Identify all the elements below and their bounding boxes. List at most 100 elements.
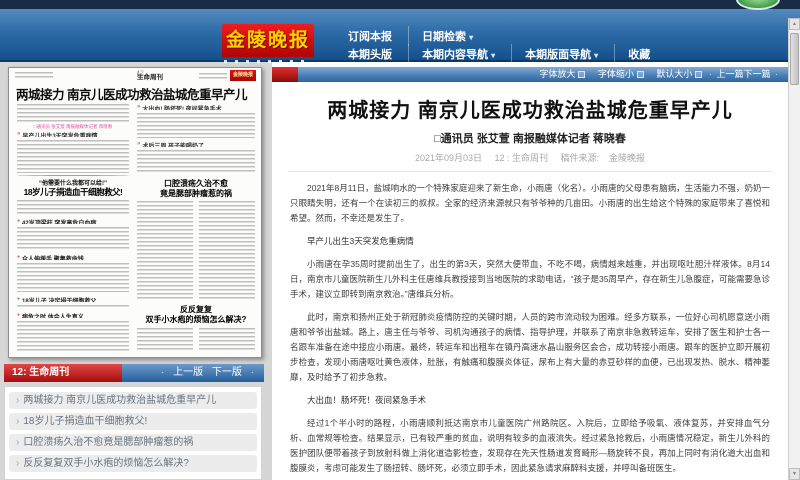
thumb-section-3: » 术后三周 孩子能喝奶了 xyxy=(137,141,205,147)
article-panel: 字体放大 字体缩小 默认大小 · 上一篇下一篇 · 两城接力 南京儿医成功救治盐… xyxy=(272,62,788,480)
chevron-right-icon: › xyxy=(16,458,20,469)
chevron-down-icon: ▾ xyxy=(594,51,599,60)
chevron-right-icon: › xyxy=(16,395,20,406)
text-lines-placeholder xyxy=(15,72,53,79)
text-lines-placeholder xyxy=(17,227,129,250)
text-lines-placeholder xyxy=(199,201,255,299)
vertical-scrollbar[interactable]: ▲ ▼ xyxy=(788,18,800,480)
thumb-masthead-logo: 金陵晚报 xyxy=(230,70,256,81)
thumb-section-2: » 大出血! 肠坏死! 夜间紧急手术 xyxy=(137,104,222,110)
chevron-down-icon: ▾ xyxy=(469,33,474,42)
bullet-dot-icon: ● xyxy=(17,312,21,318)
article-source: 金陵晚报 xyxy=(609,153,646,163)
nav-layout-guide[interactable]: 本期版面导航 ▾ xyxy=(511,44,598,64)
font-larger-button[interactable]: 字体放大 xyxy=(539,69,575,79)
article-link[interactable]: › 两城接力 南京儿医成功救治盐城危重早产儿 xyxy=(9,392,257,409)
article-paragraph: 大出血！肠坏死！夜间紧急手术 xyxy=(307,395,427,405)
article-paragraph: 经过1个半小时的路程，小雨唐顺利抵达南京市儿童医院广州路院区。入院后，立即给予吸… xyxy=(290,418,770,473)
next-page-button[interactable]: 下一版 xyxy=(212,367,242,378)
article-paragraph: 2021年8月11日，盐城响水的一个特殊家庭迎来了新生命，小雨唐（化名）。小雨唐… xyxy=(290,183,770,223)
article-paragraph: 早产儿出生3天突发危重病情 xyxy=(307,236,414,246)
toolbar-red-cap xyxy=(272,67,298,82)
article-link[interactable]: › 口腔溃疡久治不愈竟是腮部肿瘤惹的祸 xyxy=(9,434,257,451)
text-lines-placeholder xyxy=(17,263,129,292)
thumb-feature-headline: 18岁儿子捐造血干细胞救父! xyxy=(23,187,123,197)
nav-subscribe[interactable]: 订阅本报 xyxy=(348,26,392,46)
article-page-ref: 12 : 生命周刊 xyxy=(494,153,549,163)
article-body: 2021年8月11日，盐城响水的一个特殊家庭迎来了新生命，小雨唐（化名）。小雨唐… xyxy=(290,181,770,480)
text-lines-placeholder xyxy=(137,201,193,299)
text-lines-placeholder xyxy=(17,200,129,214)
font-default-button[interactable]: 默认大小 xyxy=(656,69,692,79)
thumb-section-1: » 早产儿出生3天突发危重病情 xyxy=(17,131,98,137)
page-nav: · 上一版 下一版 · xyxy=(122,364,264,382)
thumb-headline: 两城接力 南京儿医成功救治盐城危重早产儿 xyxy=(16,88,247,102)
section-arrow-icon: » xyxy=(137,141,141,147)
article-date: 2021年09月03日 xyxy=(414,153,482,163)
thumb-bullet-1: ● 42岁顶梁柱,突发高危白血病 xyxy=(17,218,97,224)
toolbar-actions: 字体放大 字体缩小 默认大小 · 上一篇下一篇 · xyxy=(298,67,788,82)
text-lines-placeholder xyxy=(137,150,255,174)
article-byline: □通讯员 张艾萱 南报融媒体记者 蒋晓春 xyxy=(434,133,626,145)
scroll-down-button[interactable]: ▼ xyxy=(789,468,800,480)
font-smaller-icon[interactable] xyxy=(636,71,644,78)
nav-date-search[interactable]: 日期检索 ▾ xyxy=(408,26,473,46)
section-arrow-icon: » xyxy=(17,131,21,137)
text-lines-placeholder xyxy=(17,305,129,309)
article-toolbar: 字体放大 字体缩小 默认大小 · 上一篇下一篇 · xyxy=(272,67,788,82)
window-top-strip xyxy=(0,0,800,9)
thumb-byline: □通讯员 张艾萱 南报融媒体记者 蒋晓春 xyxy=(33,124,113,129)
next-article-button[interactable]: 下一篇 xyxy=(743,69,770,79)
thumb-bullet-4: ● 病危之时,体会人生真义 xyxy=(17,312,84,318)
dot-separator: · xyxy=(250,367,254,378)
scrollbar-thumb[interactable] xyxy=(790,33,799,85)
dot-separator: · xyxy=(708,69,712,79)
article-link-list: › 两城接力 南京儿医成功救治盐城危重早产儿 › 18岁儿子捐造血干细胞救父! › 口腔溃… xyxy=(4,386,262,480)
dot-separator: · xyxy=(160,367,165,378)
thumb-feature3-line2: 双手小水疱的烦恼怎么解决? xyxy=(145,315,247,324)
section-arrow-icon: » xyxy=(137,104,141,110)
article-title: 两城接力 南京儿医成功救治盐城危重早产儿 xyxy=(327,100,733,122)
nav-front-page[interactable]: 本期头版 xyxy=(348,44,392,64)
article-link[interactable]: › 18岁儿子捐造血干细胞救父! xyxy=(9,413,257,430)
current-page-label: 12: 生命周刊 xyxy=(4,364,122,382)
article-link[interactable]: › 反反复复双手小水疱的烦恼怎么解决? xyxy=(9,455,257,472)
chevron-right-icon: › xyxy=(16,437,20,448)
text-lines-placeholder xyxy=(199,73,227,79)
font-larger-icon[interactable] xyxy=(578,71,586,78)
article-paragraph: 此时，南京和扬州正处于新冠肺炎疫情防控的关键时期，人员的跨市流动较为困难。经多方… xyxy=(290,312,770,382)
nav-content-guide[interactable]: 本期内容导航 ▾ xyxy=(408,44,495,64)
nav-row-2: 本期头版 本期内容导航 ▾ 本期版面导航 ▾ 收藏 xyxy=(348,44,650,64)
chevron-down-icon: ▾ xyxy=(491,51,496,60)
thumb-bullet-3: ● 18岁儿子,决定捐干细胞救父 xyxy=(17,296,97,302)
bullet-dot-icon: ● xyxy=(17,296,21,302)
font-smaller-button[interactable]: 字体缩小 xyxy=(598,69,634,79)
font-default-icon[interactable] xyxy=(695,71,703,78)
text-lines-placeholder xyxy=(17,104,129,123)
main-content: 生命周刊 / 12 / 金陵晚报 两城接力 南京儿医成功救治盐城危重早产儿 □通… xyxy=(0,62,800,480)
article-source-label: 稿件来源: xyxy=(560,153,600,163)
prev-page-button[interactable]: 上一版 xyxy=(173,367,203,378)
site-header: 金陵晚报 订阅本报 日期检索 ▾ 本期头版 本期内容导航 ▾ 本期版面导航 ▾ 收藏 xyxy=(0,9,800,64)
dot-separator: · xyxy=(775,69,778,79)
text-lines-placeholder xyxy=(137,328,193,351)
prev-article-button[interactable]: 上一篇 xyxy=(716,69,743,79)
thumb-feature2-line2: 竟是腮部肿瘤惹的祸 xyxy=(160,189,232,198)
bullet-dot-icon: ● xyxy=(17,254,21,260)
nav-favorite[interactable]: 收藏 xyxy=(614,44,650,64)
newspaper-page-thumbnail[interactable]: 生命周刊 / 12 / 金陵晚报 两城接力 南京儿医成功救治盐城危重早产儿 □通… xyxy=(8,67,262,358)
chevron-right-icon: › xyxy=(16,416,20,427)
text-lines-placeholder xyxy=(137,113,255,138)
page-bar: 12: 生命周刊 · 上一版 下一版 · xyxy=(4,364,264,382)
pink-divider xyxy=(17,175,129,176)
scroll-up-button[interactable]: ▲ xyxy=(789,18,800,30)
text-lines-placeholder xyxy=(199,328,255,351)
bullet-dot-icon: ● xyxy=(17,218,21,224)
article-paragraph: 小雨唐在孕35周时提前出生了，出生的第3天，突然大便带血，不吃不喝，病情越来越重… xyxy=(290,259,770,299)
nav-row-1: 订阅本报 日期检索 ▾ xyxy=(348,26,473,46)
text-lines-placeholder xyxy=(17,140,129,173)
article-meta: 2021年09月03日 12 : 生命周刊 稿件来源: 金陵晚报 xyxy=(288,151,772,172)
thumb-bullet-2: ● 众人伸援手,聚集救命钱 xyxy=(17,254,84,260)
newspaper-logo[interactable]: 金陵晚报 xyxy=(222,24,314,57)
text-lines-placeholder xyxy=(17,321,129,351)
